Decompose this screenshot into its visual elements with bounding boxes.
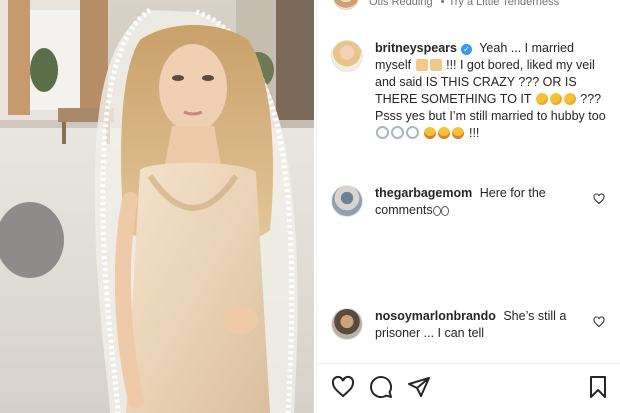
ring-emoji-icon [376, 126, 389, 139]
eyes-emoji-icon [440, 206, 449, 216]
thinking-emoji-icon [535, 93, 548, 105]
laughing-emoji-icon [424, 127, 437, 139]
avatar[interactable] [331, 40, 363, 72]
caption-username[interactable]: britneyspears [375, 41, 457, 55]
caption-text: britneyspears ✓ Yeah ... I married myself… [375, 40, 613, 142]
avatar[interactable] [331, 185, 363, 217]
post-caption: britneyspears ✓ Yeah ... I married myself… [331, 40, 613, 142]
audio-attribution[interactable]: Otis Redding • Try a Little Tenderness [333, 0, 559, 10]
caption-text-part4: !!! [468, 126, 480, 140]
comment-text: nosoymarlonbrando She’s still a prisoner… [375, 308, 585, 342]
eyes-emoji-icon [432, 206, 441, 216]
thinking-emoji-icon [563, 93, 576, 105]
comment-username[interactable]: nosoymarlonbrando [375, 309, 496, 323]
post-side-panel: Otis Redding • Try a Little Tenderness b… [316, 0, 620, 413]
comment-text: thegarbagemom Here for the comments [375, 185, 585, 219]
thinking-emoji-icon [549, 93, 562, 105]
ring-emoji-icon [406, 126, 419, 139]
audio-artist[interactable]: Otis Redding [369, 0, 433, 8]
laughing-emoji-icon [452, 127, 465, 139]
like-heart-icon[interactable] [331, 375, 355, 399]
comment-icon[interactable] [369, 375, 393, 399]
avatar[interactable] [331, 308, 363, 340]
audio-separator: • [440, 0, 445, 8]
ring-emoji-icon [391, 126, 404, 139]
comment-username[interactable]: thegarbagemom [375, 186, 472, 200]
post-photo [0, 0, 314, 413]
actions-divider [317, 363, 620, 364]
bride-emoji-icon [415, 59, 428, 71]
comment-like-heart-icon[interactable] [593, 316, 605, 328]
comment-like-heart-icon[interactable] [593, 193, 605, 205]
comment-item: thegarbagemom Here for the comments [331, 185, 613, 219]
verified-badge-icon: ✓ [460, 44, 472, 55]
audio-song[interactable]: Try a Little Tenderness [448, 0, 559, 8]
post-actions [331, 375, 610, 401]
laughing-emoji-icon [438, 127, 451, 139]
post-media[interactable] [0, 0, 314, 413]
send-icon[interactable] [407, 375, 431, 399]
veil-emoji-icon [429, 59, 442, 71]
comment-item: nosoymarlonbrando She’s still a prisoner… [331, 308, 613, 342]
bookmark-icon[interactable] [586, 375, 610, 399]
audio-avatar[interactable] [333, 0, 359, 10]
